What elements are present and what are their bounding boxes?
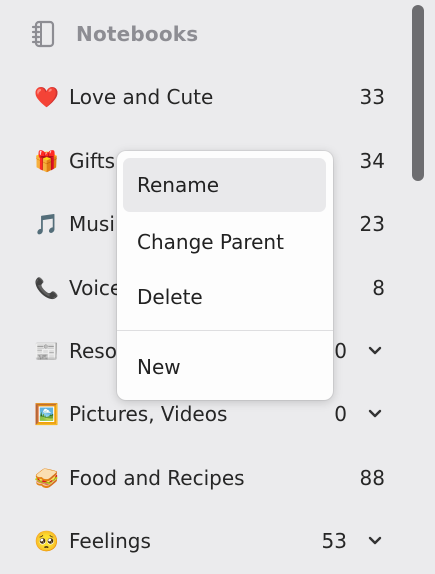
notebook-item-label: Gifts bbox=[69, 149, 116, 173]
notebook-item-count: 8 bbox=[372, 276, 385, 300]
chevron-down-icon[interactable] bbox=[364, 403, 386, 425]
pleading-face-icon: 🥺 bbox=[34, 529, 59, 553]
notebook-icon bbox=[30, 20, 56, 48]
scrollbar-thumb[interactable] bbox=[412, 5, 424, 181]
sidebar-header: Notebooks bbox=[30, 18, 198, 50]
notebook-item-count: 0 bbox=[334, 339, 347, 363]
menu-item-change-parent[interactable]: Change Parent bbox=[123, 215, 326, 269]
menu-separator bbox=[117, 330, 333, 331]
notebook-item-feelings[interactable]: 🥺 Feelings 53 bbox=[0, 521, 410, 561]
notebook-item-count: 23 bbox=[359, 212, 385, 236]
notebook-item-count: 34 bbox=[359, 149, 385, 173]
menu-item-new[interactable]: New bbox=[123, 340, 326, 394]
newspaper-icon: 📰 bbox=[34, 339, 59, 363]
notebook-item-count: 33 bbox=[359, 85, 385, 109]
notebook-item-label: Love and Cute bbox=[69, 85, 214, 109]
notebook-item-food-and-recipes[interactable]: 🥪 Food and Recipes 88 bbox=[0, 458, 410, 498]
notebook-item-count: 88 bbox=[359, 466, 385, 490]
notebook-item-label: Pictures, Videos bbox=[69, 402, 228, 426]
notebook-item-count: 0 bbox=[334, 402, 347, 426]
notebook-item-label: Voice bbox=[69, 276, 123, 300]
music-note-icon: 🎵 bbox=[34, 212, 59, 236]
picture-icon: 🖼️ bbox=[34, 402, 59, 426]
notebook-item-label: Food and Recipes bbox=[69, 466, 245, 490]
phone-icon: 📞 bbox=[34, 276, 59, 300]
sidebar-title: Notebooks bbox=[76, 22, 199, 46]
chevron-down-icon[interactable] bbox=[364, 340, 386, 362]
sandwich-icon: 🥪 bbox=[34, 466, 59, 490]
chevron-down-icon[interactable] bbox=[364, 530, 386, 552]
notebook-item-pictures-videos[interactable]: 🖼️ Pictures, Videos 0 bbox=[0, 394, 410, 434]
menu-item-rename[interactable]: Rename bbox=[123, 158, 326, 212]
notebook-item-label: Reso bbox=[69, 339, 117, 363]
notebook-item-label: Musi bbox=[69, 212, 115, 236]
context-menu: Rename Change Parent Delete New bbox=[117, 151, 333, 400]
gift-icon: 🎁 bbox=[34, 149, 59, 173]
menu-item-delete[interactable]: Delete bbox=[123, 270, 326, 324]
notebook-item-love-and-cute[interactable]: ❤️ Love and Cute 33 bbox=[0, 77, 410, 117]
heart-icon: ❤️ bbox=[34, 85, 59, 109]
notebook-item-label: Feelings bbox=[69, 529, 151, 553]
notebook-item-count: 53 bbox=[321, 529, 347, 553]
